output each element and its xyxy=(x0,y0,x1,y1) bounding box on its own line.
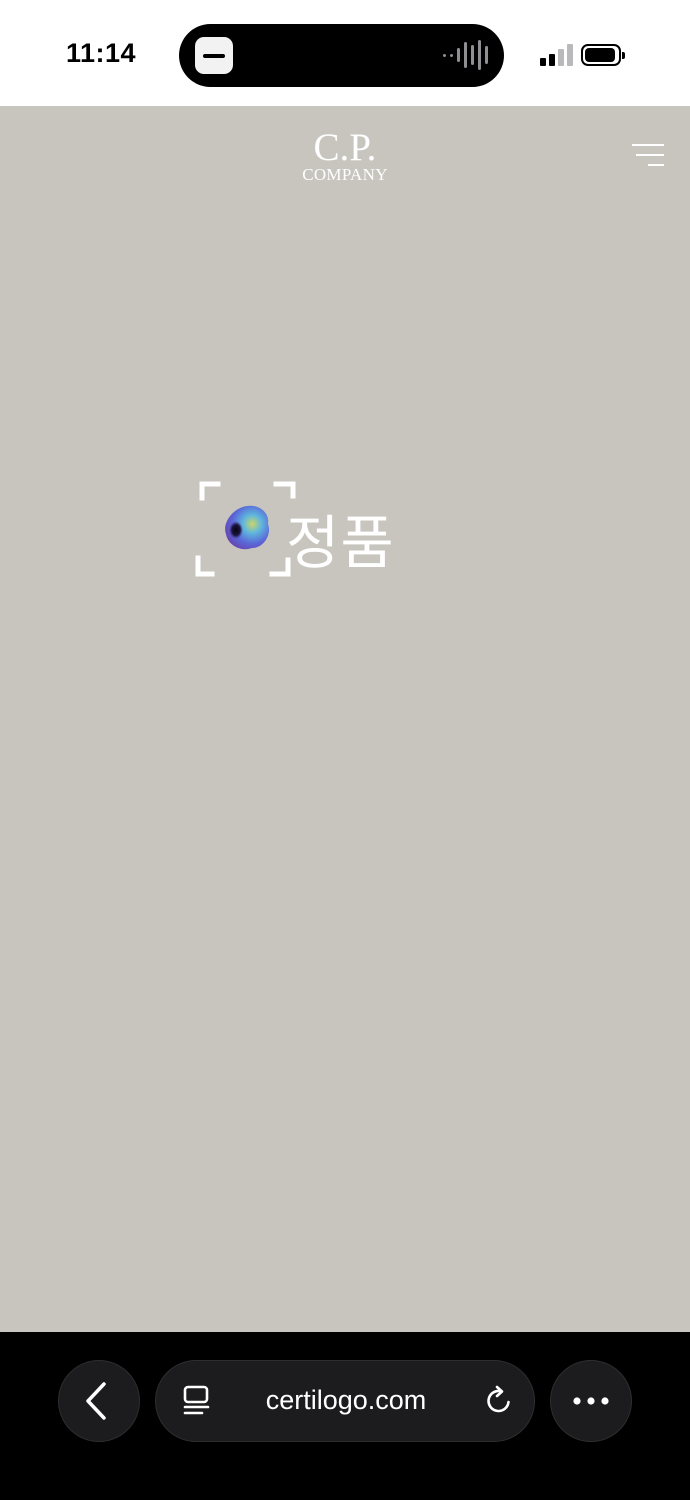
logo-cp-text: C.P. xyxy=(313,126,377,169)
status-time: 11:14 xyxy=(66,38,137,68)
battery-icon xyxy=(581,44,625,66)
dynamic-island[interactable] xyxy=(179,24,504,87)
logo-company-text: COMPANY xyxy=(302,165,388,184)
reload-icon[interactable] xyxy=(483,1385,515,1417)
menu-icon[interactable] xyxy=(630,144,664,170)
certilogo-orb-icon xyxy=(225,505,270,550)
back-button[interactable] xyxy=(58,1360,140,1442)
url-text: certilogo.com xyxy=(265,1385,427,1415)
brand-logo[interactable]: C.P. COMPANY xyxy=(295,126,395,184)
browser-toolbar: certilogo.com xyxy=(0,1332,690,1500)
genuine-label: 정품 xyxy=(286,509,395,577)
more-icon xyxy=(573,1397,609,1405)
address-bar[interactable]: certilogo.com xyxy=(155,1360,535,1442)
more-button[interactable] xyxy=(550,1360,632,1442)
status-bar: 11:14 xyxy=(0,0,690,106)
audio-waveform-icon xyxy=(443,39,488,71)
signal-icon xyxy=(540,44,574,66)
web-page: C.P. COMPANY 정품 xyxy=(0,106,690,1332)
live-activity-app-icon xyxy=(195,37,233,74)
back-chevron-icon xyxy=(86,1382,106,1420)
genuine-badge: 정품 xyxy=(194,478,414,584)
